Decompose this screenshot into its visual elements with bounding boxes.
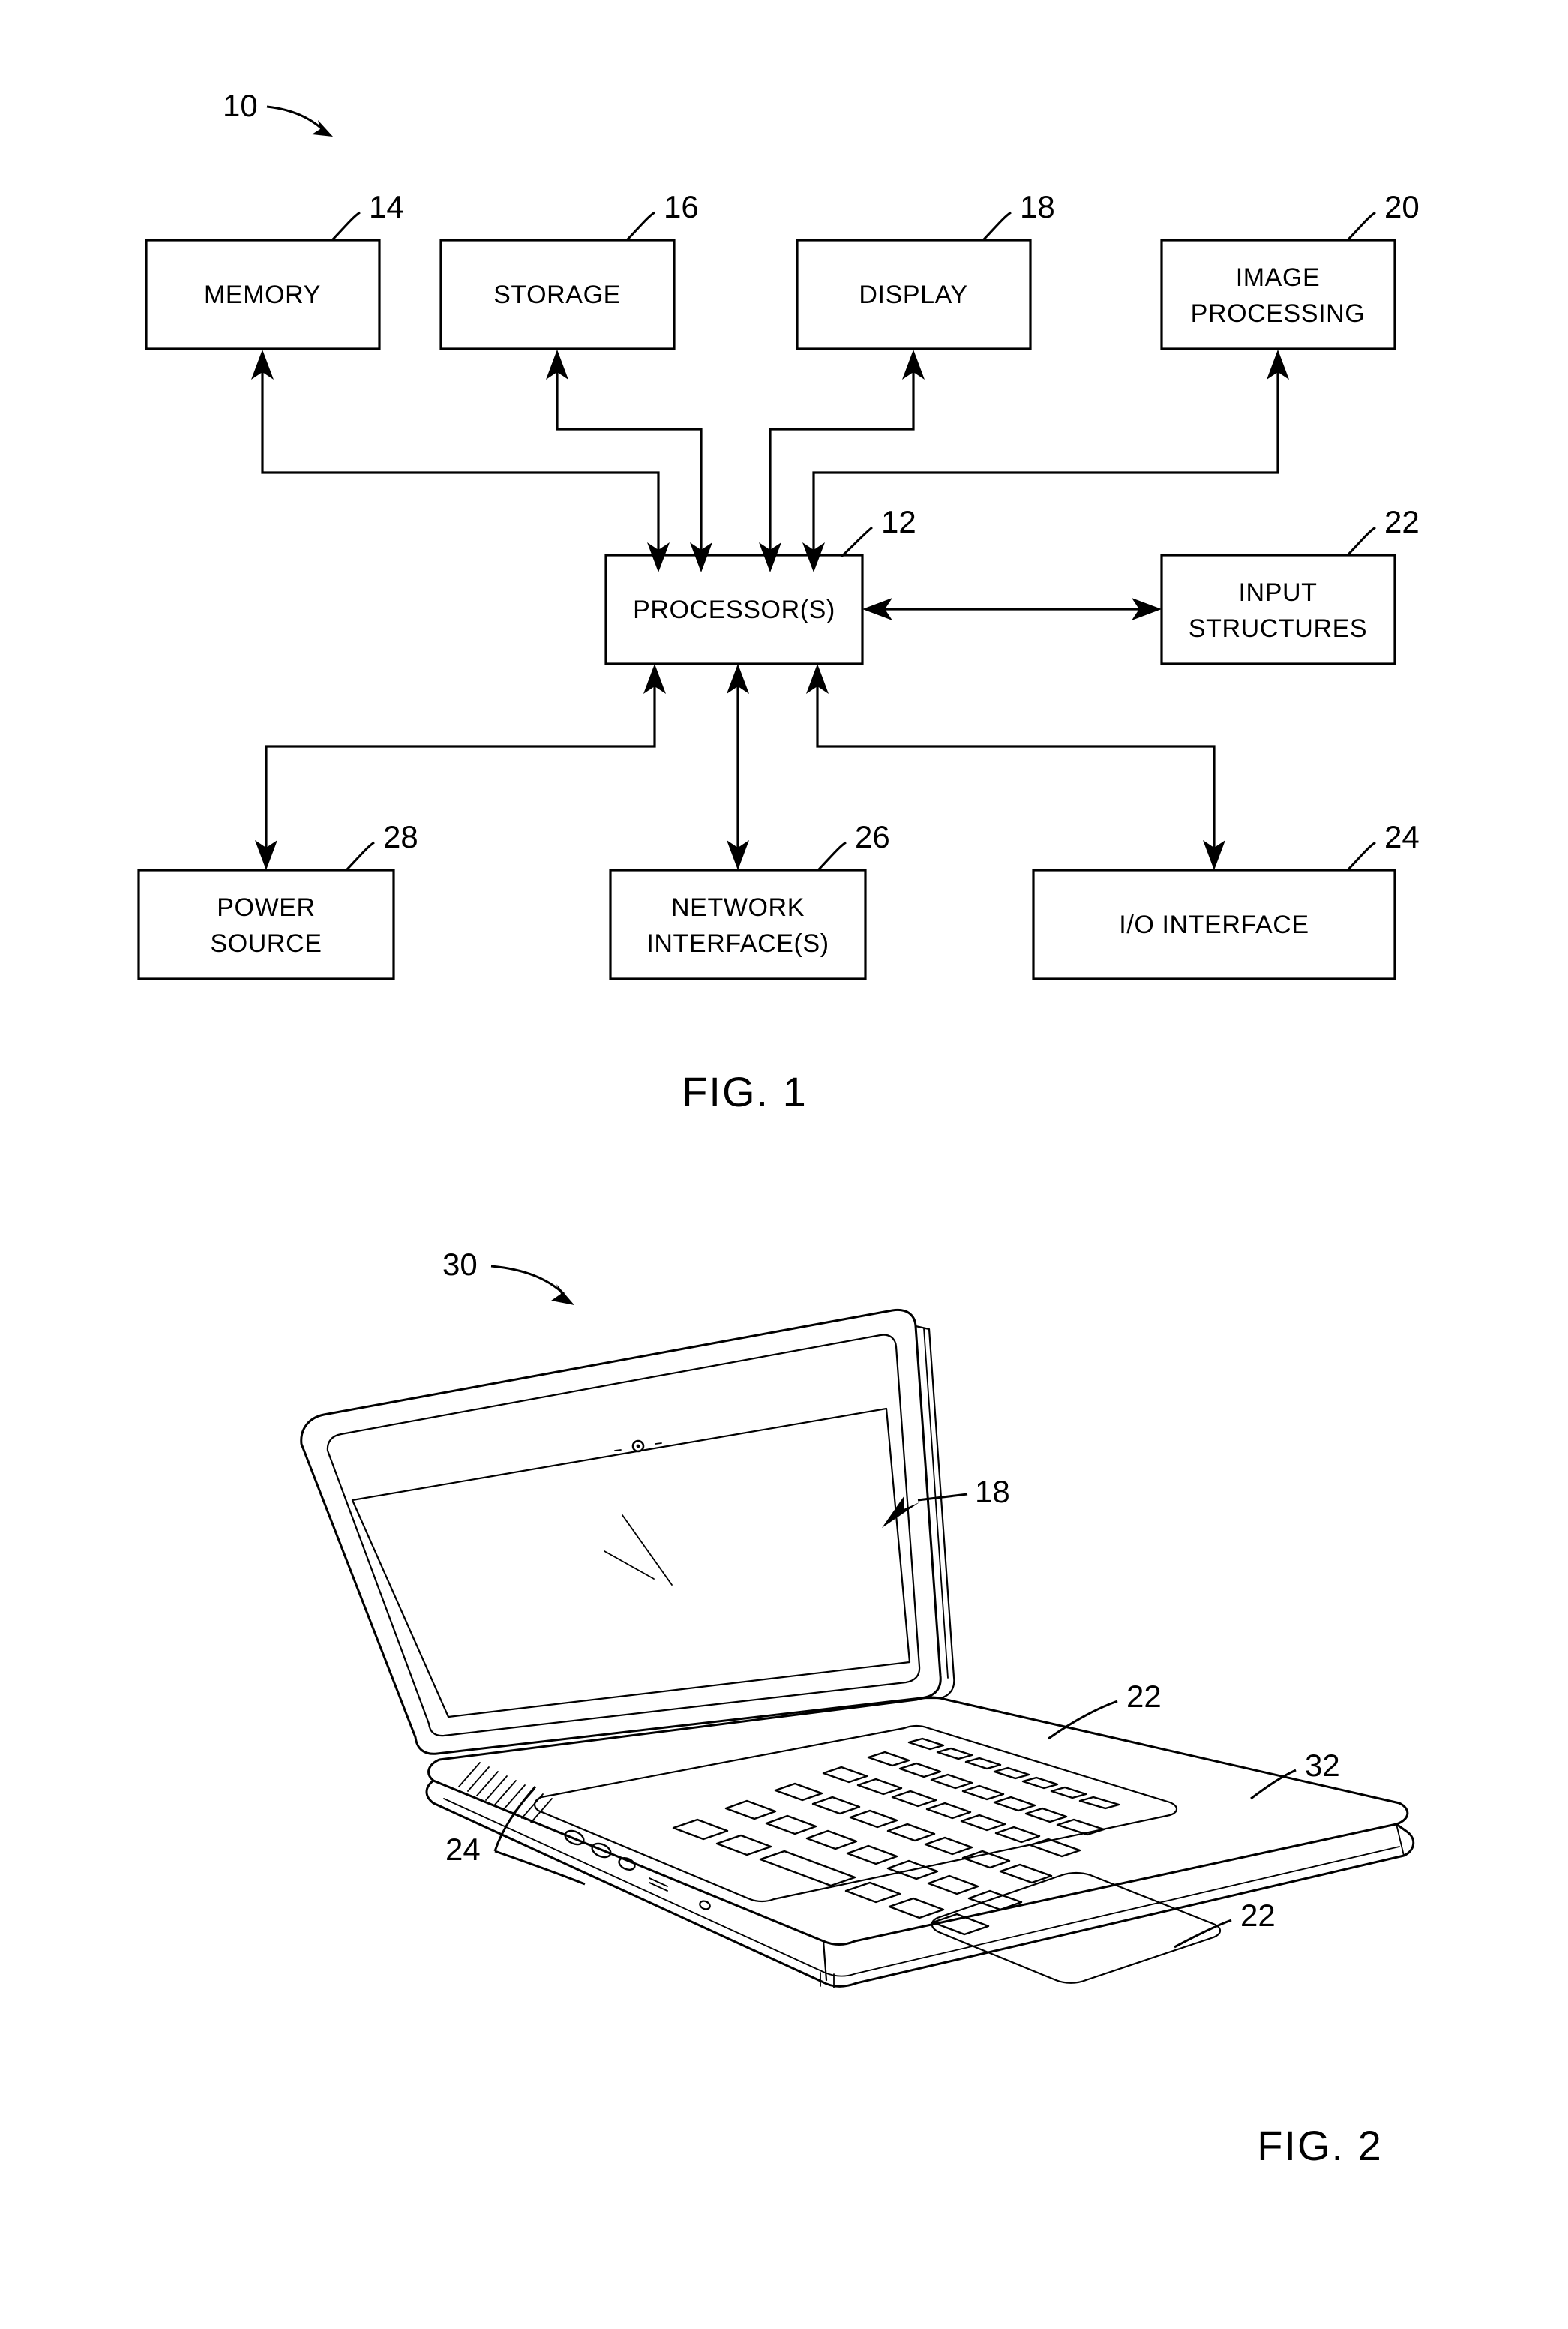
- block-processor: PROCESSOR(S) 12: [604, 504, 916, 665]
- ref-label-22: 22: [1384, 504, 1420, 539]
- ref-label-10: 10: [223, 88, 258, 123]
- device-reference-30: 30: [442, 1247, 574, 1305]
- ref-label-28: 28: [383, 819, 418, 854]
- block-storage: STORAGE 16: [439, 189, 699, 350]
- laptop-keyboard: 22: [534, 1679, 1178, 1936]
- block-label-network-interface-2: INTERFACE(S): [646, 929, 829, 958]
- laptop-bezel: [326, 1334, 921, 1737]
- block-label-input-structures-1: INPUT: [1239, 578, 1318, 607]
- ref-label-26: 26: [855, 819, 890, 854]
- ref-label-20: 20: [1384, 189, 1420, 224]
- ref-label-32: 32: [1305, 1748, 1340, 1783]
- connector-processor-storage: [546, 350, 712, 572]
- block-label-input-structures-2: STRUCTURES: [1189, 614, 1367, 643]
- block-network-interface: NETWORK INTERFACE(S) 26: [609, 819, 890, 980]
- connector-processor-memory: [251, 350, 670, 572]
- block-label-processor: PROCESSOR(S): [633, 596, 835, 624]
- block-io-interface: I/O INTERFACE 24: [1032, 819, 1420, 980]
- connector-processor-image-processing: [802, 350, 1289, 572]
- figure-1-caption: FIG. 1: [682, 1068, 808, 1115]
- keyboard-keys: [672, 1737, 1120, 1936]
- ref-label-22-trackpad: 22: [1240, 1898, 1276, 1933]
- figure-2-illustration: 30 18 32 22 22 24: [300, 1247, 1415, 1988]
- laptop-lid: [300, 1308, 955, 1755]
- callout-keyboard-22: 22: [1048, 1679, 1162, 1740]
- ref-label-12: 12: [881, 504, 916, 539]
- ref-label-16: 16: [664, 189, 699, 224]
- connector-processor-power-source: [255, 664, 666, 870]
- ref-label-22-keyboard: 22: [1126, 1679, 1162, 1714]
- figure-1: 10 MEMORY 14 STORAGE 16 DISPLAY 18 IMAGE…: [137, 88, 1420, 2169]
- laptop-io-ports: 24: [445, 1762, 711, 1910]
- ref-label-18: 18: [1020, 189, 1055, 224]
- laptop-screen: [351, 1407, 911, 1718]
- block-input-structures: INPUT STRUCTURES 22: [1160, 504, 1420, 665]
- laptop-base: 32: [425, 1696, 1415, 1988]
- ref-label-14: 14: [369, 189, 404, 224]
- patent-figure-sheet: 10 MEMORY 14 STORAGE 16 DISPLAY 18 IMAGE…: [0, 0, 1568, 2329]
- block-display: DISPLAY 18: [796, 189, 1055, 350]
- ref-label-24: 24: [1384, 819, 1420, 854]
- ref-label-30: 30: [442, 1247, 478, 1282]
- block-label-network-interface-1: NETWORK: [671, 893, 805, 922]
- block-label-io-interface: I/O INTERFACE: [1119, 911, 1309, 939]
- figure-2-caption: FIG. 2: [1257, 2122, 1383, 2169]
- camera-icon: [614, 1439, 662, 1453]
- connector-processor-input-structures: [862, 598, 1162, 620]
- block-label-power-source-2: SOURCE: [210, 929, 322, 958]
- block-memory: MEMORY 14: [145, 189, 404, 350]
- block-label-image-processing-1: IMAGE: [1236, 263, 1321, 292]
- ref-label-18-display: 18: [975, 1474, 1010, 1509]
- callout-display-18: 18: [882, 1474, 1010, 1528]
- block-image-processing: IMAGE PROCESSING 20: [1160, 189, 1420, 350]
- block-label-image-processing-2: PROCESSING: [1191, 299, 1366, 328]
- ref-label-24-io: 24: [445, 1832, 481, 1867]
- connector-processor-network-interface: [727, 664, 749, 870]
- block-power-source: POWER SOURCE 28: [137, 819, 418, 980]
- block-label-memory: MEMORY: [204, 281, 321, 309]
- system-reference-10: 10: [223, 88, 333, 137]
- block-label-display: DISPLAY: [859, 281, 967, 309]
- block-label-storage: STORAGE: [493, 281, 621, 309]
- block-label-power-source-1: POWER: [217, 893, 315, 922]
